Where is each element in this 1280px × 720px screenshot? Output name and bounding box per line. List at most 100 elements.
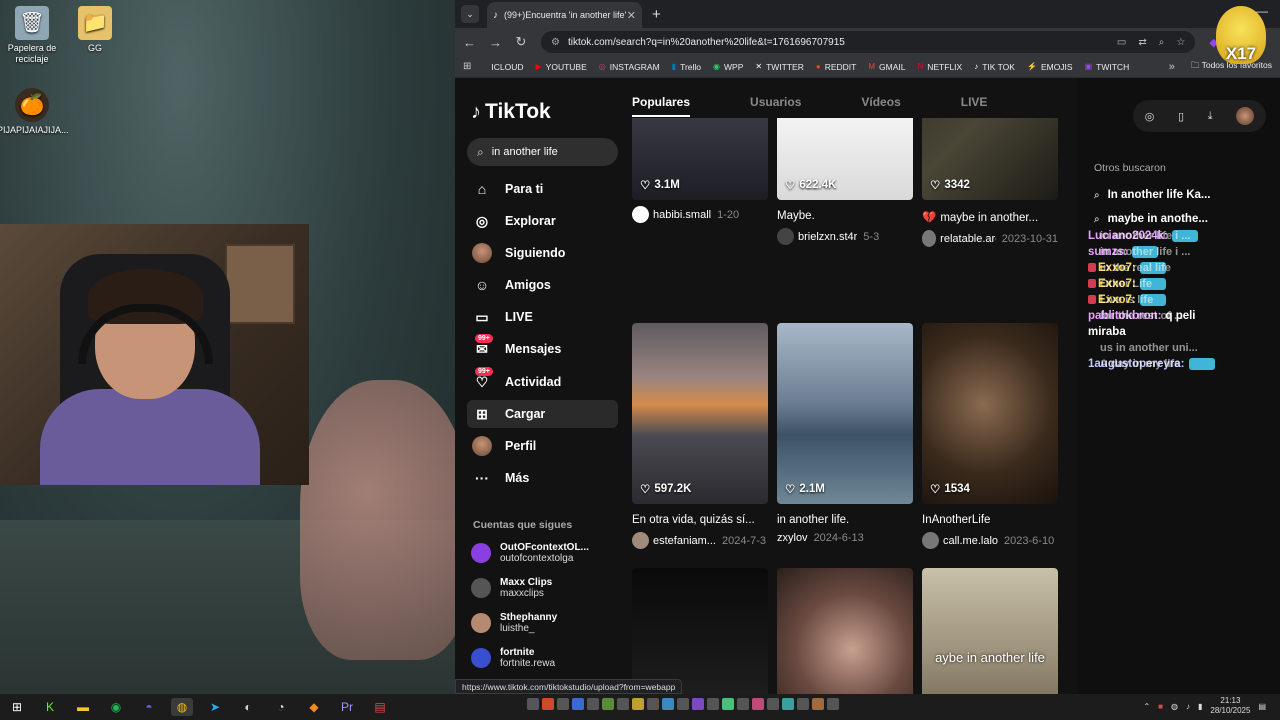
tray-app-icon[interactable] [782, 698, 794, 710]
video-thumbnail[interactable] [632, 568, 768, 694]
tray-app-icon[interactable] [647, 698, 659, 710]
profile-avatar[interactable] [1236, 107, 1255, 125]
sidebar-item-actividad[interactable]: ♡ 99+ Actividad [467, 367, 618, 396]
following-account[interactable]: fortnite fortnite.rewa [471, 643, 621, 673]
bookmark-twitter[interactable]: ✕ TWITTER [755, 62, 803, 72]
bookmark-trello[interactable]: ▮ Trello [672, 62, 701, 72]
spotify-icon[interactable]: ◉ [105, 698, 127, 716]
video-caption[interactable]: 💔 maybe in another... [922, 210, 1058, 224]
search-input[interactable]: ⌕ in another life [467, 138, 618, 166]
tray-app-icon[interactable] [527, 698, 539, 710]
creator-username[interactable]: call.me.lalo [943, 535, 998, 547]
close-tab-icon[interactable]: ✕ [627, 9, 636, 22]
video-caption[interactable]: in another life. [777, 514, 913, 526]
site-info-icon[interactable]: ⚙ [551, 37, 560, 48]
premiere-icon[interactable]: Pr [336, 698, 358, 716]
sidebar-item-más[interactable]: ··· Más [467, 464, 618, 492]
sidebar-item-cargar[interactable]: ⊞ Cargar [467, 400, 618, 428]
tab-vídeos[interactable]: Vídeos [861, 95, 900, 109]
video-card[interactable]: ♡ 597.2K En otra vida, quizás sí... estefan… [632, 323, 768, 549]
following-account[interactable]: OutOFcontextOL... outofcontextolga [471, 538, 621, 568]
address-bar[interactable]: ⚙ tiktok.com/search?q=in%20another%20lif… [541, 31, 1196, 53]
video-thumbnail[interactable]: aybe in another life [922, 568, 1058, 694]
video-card[interactable]: ♡ 2.1M in another life. zxylov 2024-6-13 [777, 323, 913, 544]
creator-avatar[interactable] [632, 206, 649, 223]
bookmark-instagram[interactable]: ◎ INSTAGRAM [599, 62, 660, 72]
tray-app-icon[interactable] [572, 698, 584, 710]
tray-app-icon[interactable] [767, 698, 779, 710]
video-caption[interactable]: InAnotherLife [922, 514, 1058, 526]
tray-app-icon[interactable] [662, 698, 674, 710]
sidebar-item-perfil[interactable]: Perfil [467, 432, 618, 460]
telegram-icon[interactable]: ➤ [204, 698, 226, 716]
forward-arrow-icon[interactable]: → [489, 35, 502, 50]
creator-avatar[interactable] [922, 532, 939, 549]
browser-tab-active[interactable]: ♪ (99+)Encuentra 'in another life' ✕ [487, 2, 642, 28]
tray-app-icon[interactable] [602, 698, 614, 710]
video-thumbnail[interactable] [777, 568, 913, 694]
tray-app-icon[interactable] [617, 698, 629, 710]
video-card[interactable]: aybe in another life [922, 568, 1058, 694]
steam-icon[interactable]: ◐ [237, 698, 259, 716]
tab-live[interactable]: LIVE [961, 95, 988, 109]
tray-app-icon[interactable] [692, 698, 704, 710]
bookmark-netflix[interactable]: N NETFLIX [917, 62, 962, 72]
following-account[interactable]: Maxx Clips maxxclips [471, 573, 621, 603]
zoom-icon[interactable]: ⌕ [1159, 37, 1165, 48]
sidebar-item-mensajes[interactable]: ✉ 99+ Mensajes [467, 334, 618, 363]
tray-app-icon[interactable] [677, 698, 689, 710]
tray-app-icon[interactable] [632, 698, 644, 710]
creator-username[interactable]: zxylov [777, 532, 808, 544]
file-explorer-icon[interactable]: ▬ [72, 698, 94, 716]
video-thumbnail[interactable]: ♡ 597.2K [632, 323, 768, 504]
desktop-icon-gg-folder[interactable]: 📁 GG [60, 6, 130, 54]
sidebar-item-live[interactable]: ▭ LIVE [467, 303, 618, 331]
tab-search-button[interactable]: ⌄ [461, 5, 479, 23]
video-caption[interactable]: Maybe. [777, 210, 913, 222]
video-thumbnail[interactable]: ♡ 2.1M [777, 323, 913, 504]
kick-icon[interactable]: K [39, 698, 61, 716]
tray-app-icon[interactable] [812, 698, 824, 710]
bookmark-reddit[interactable]: ● REDDIT [816, 62, 856, 72]
bookmark-gmail[interactable]: M GMAIL [868, 62, 905, 72]
tray-app-icon[interactable] [587, 698, 599, 710]
clock[interactable]: 21:13 28/10/2025 [1210, 696, 1250, 716]
creator-avatar[interactable] [632, 532, 649, 549]
desktop-icon-fl-studio[interactable]: 🍊 PIJAPIJAIAJIJA... [0, 88, 69, 136]
bookmark-wpp[interactable]: ◉ WPP [713, 62, 743, 72]
chevron-up-icon[interactable]: ⌃ [1143, 702, 1150, 711]
discord-icon[interactable]: ◓ [138, 698, 160, 716]
video-card[interactable] [777, 568, 913, 694]
tray-app-icon[interactable] [707, 698, 719, 710]
cast-icon[interactable]: ▭ [1117, 37, 1126, 48]
microphone-icon[interactable]: ▮ [1198, 702, 1202, 711]
sidebar-item-explorar[interactable]: ◎ Explorar [467, 207, 618, 235]
fl-studio-icon[interactable]: ◆ [303, 698, 325, 716]
creator-avatar[interactable] [777, 228, 794, 245]
bookmark-icloud[interactable]: ICLOUD [487, 62, 523, 72]
obs-icon[interactable]: ◔ [270, 698, 292, 716]
translate-icon[interactable]: ⇄ [1138, 37, 1146, 48]
tray-app-icon[interactable] [542, 698, 554, 710]
related-search-item[interactable]: ⌕ maybe in anothe... [1094, 213, 1208, 225]
tray-app-icon[interactable] [827, 698, 839, 710]
mobile-app-icon[interactable]: ▯ [1178, 110, 1184, 123]
chrome-icon[interactable]: ◍ [171, 698, 193, 716]
desktop-icon-recycle-bin[interactable]: 🗑 Papelera de reciclaje [0, 6, 67, 65]
back-arrow-icon[interactable]: ← [463, 35, 476, 50]
network-icon[interactable]: ◍ [1171, 702, 1178, 711]
tray-app-icon[interactable] [797, 698, 809, 710]
coins-icon[interactable]: ◎ [1145, 110, 1155, 123]
tray-app-icon[interactable] [722, 698, 734, 710]
new-tab-button[interactable]: + [652, 6, 661, 23]
creator-username[interactable]: estefaniam... [653, 535, 716, 547]
notifications-icon[interactable]: ▤ [1258, 702, 1266, 711]
volume-icon[interactable]: ♪ [1186, 702, 1190, 711]
windows-start-icon[interactable]: ⊞ [6, 698, 28, 716]
more-bookmarks-icon[interactable]: » [1169, 61, 1175, 73]
tray-app-icon[interactable]: ■ [1158, 702, 1163, 711]
video-caption[interactable]: En otra vida, quizás sí... [632, 514, 768, 526]
bookmark-star-icon[interactable]: ☆ [1176, 37, 1185, 48]
following-account[interactable]: Sthephanny luisthe_ [471, 608, 621, 638]
sidebar-item-para-ti[interactable]: ⌂ Para ti [467, 175, 618, 203]
